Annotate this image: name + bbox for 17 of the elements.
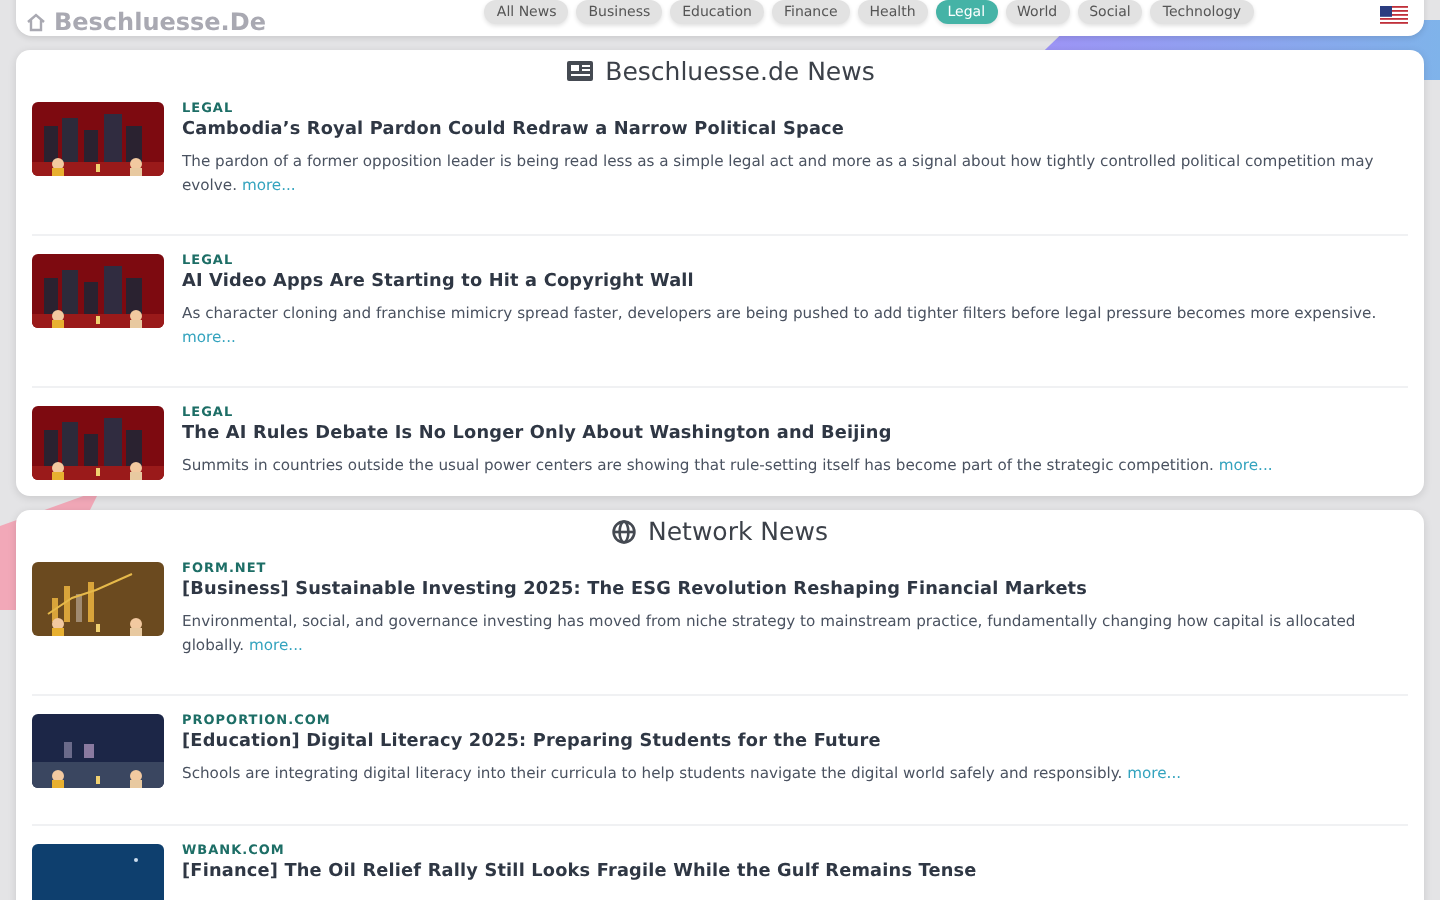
news-illustration <box>32 844 164 900</box>
news-illustration <box>32 562 164 636</box>
news-illustration <box>32 406 164 480</box>
headline[interactable]: [Finance] The Oil Relief Rally Still Looks Fragile While the Gulf Remains Tense <box>182 862 977 882</box>
headline[interactable]: The AI Rules Debate Is No Longer Only About Washington and Beijing <box>182 424 1273 444</box>
news-illustration <box>32 102 164 176</box>
news-illustration <box>32 254 164 328</box>
headline[interactable]: [Education] Digital Literacy 2025: Preparing Students for the Future <box>182 732 1182 752</box>
headline[interactable]: AI Video Apps Are Starting to Hit a Copyright Wall <box>182 272 1408 292</box>
headline[interactable]: [Business] Sustainable Investing 2025: The ESG Revolution Reshaping Financial Markets <box>182 580 1408 600</box>
news-illustration <box>32 714 164 788</box>
panel-title: Network News <box>648 516 828 546</box>
headline[interactable]: Cambodia’s Royal Pardon Could Redraw a Narrow Political Space <box>182 120 1408 140</box>
panel-title: Beschluesse.de News <box>605 56 875 86</box>
newspaper-icon <box>565 60 594 82</box>
globe-icon <box>612 519 637 543</box>
flag-icon[interactable] <box>1380 0 1408 26</box>
